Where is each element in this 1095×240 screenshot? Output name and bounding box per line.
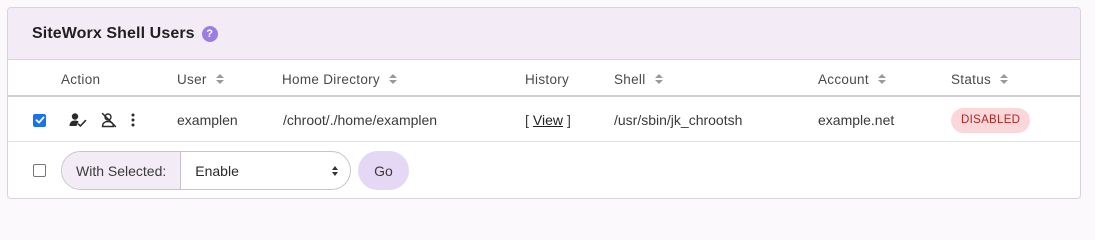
row-select-cell: [33, 98, 46, 142]
account-cell: example.net: [818, 112, 895, 128]
panel-header: SiteWorx Shell Users ?: [8, 8, 1080, 60]
bulk-action-selected-value: Enable: [195, 162, 239, 179]
column-label-history: History: [525, 71, 570, 87]
column-label-user: User: [177, 71, 207, 87]
column-label-account: Account: [818, 71, 869, 87]
column-label-home-directory: Home Directory: [282, 71, 380, 87]
shell-cell: /usr/sbin/jk_chrootsh: [614, 112, 743, 128]
column-header-account[interactable]: Account: [818, 61, 886, 97]
table-header: Action User Home Directory History Shell…: [8, 61, 1080, 97]
view-history-link[interactable]: View: [533, 112, 563, 128]
help-icon[interactable]: ?: [201, 25, 218, 42]
column-label-shell: Shell: [614, 71, 646, 87]
column-header-history: History: [525, 61, 569, 97]
column-label-status: Status: [951, 71, 992, 87]
sort-icon[interactable]: [654, 74, 663, 84]
more-options-icon[interactable]: [131, 113, 135, 127]
history-bracket-open: [: [525, 112, 529, 128]
sort-icon[interactable]: [388, 74, 397, 84]
sort-icon[interactable]: [877, 74, 886, 84]
column-header-user[interactable]: User: [177, 61, 224, 97]
bulk-action-row: With Selected: Enable Go: [8, 143, 1080, 198]
select-arrows-icon: [332, 165, 338, 176]
history-cell: [ View ]: [525, 98, 571, 142]
sort-icon[interactable]: [215, 74, 224, 84]
disable-user-icon[interactable]: [101, 112, 117, 128]
with-selected-label: With Selected:: [62, 152, 182, 189]
column-label-action: Action: [61, 71, 101, 87]
column-header-status[interactable]: Status: [951, 61, 1009, 97]
edit-user-icon[interactable]: [69, 112, 87, 128]
column-header-shell[interactable]: Shell: [614, 61, 663, 97]
select-all-checkbox[interactable]: [33, 164, 46, 177]
history-bracket-close: ]: [566, 112, 571, 128]
home-directory-cell: /chroot/./home/examplen: [283, 112, 438, 128]
user-cell: examplen: [177, 112, 238, 128]
shell-users-panel: SiteWorx Shell Users ? Action User Home …: [7, 7, 1081, 199]
row-select-checkbox[interactable]: [33, 113, 46, 127]
bulk-action-group: With Selected: Enable: [61, 151, 351, 190]
status-cell: DISABLED: [951, 98, 1031, 142]
status-badge: DISABLED: [951, 107, 1031, 133]
sort-icon[interactable]: [1000, 74, 1009, 84]
bulk-action-select[interactable]: Enable: [181, 152, 350, 189]
column-header-action: Action: [61, 61, 100, 97]
panel-title: SiteWorx Shell Users: [32, 24, 195, 42]
table-row: examplen /chroot/./home/examplen [ View …: [8, 98, 1080, 142]
checkmark-icon: [35, 116, 44, 124]
row-actions: [69, 98, 135, 142]
column-header-home-directory[interactable]: Home Directory: [282, 61, 397, 97]
go-button[interactable]: Go: [358, 151, 409, 190]
